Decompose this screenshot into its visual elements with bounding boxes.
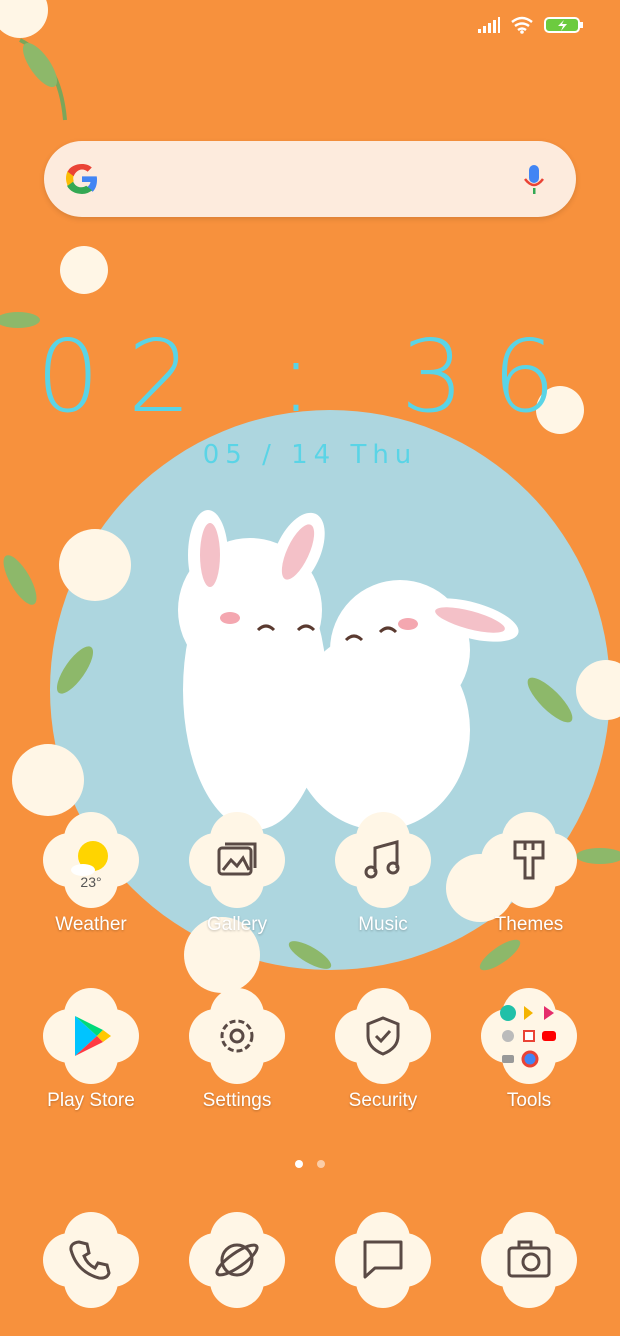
app-label: Security [348, 1090, 418, 1111]
app-label: Play Store [47, 1090, 135, 1111]
themes-icon [481, 812, 577, 908]
gallery-icon [189, 812, 285, 908]
dock-messages[interactable] [310, 1212, 456, 1308]
wifi-icon [511, 16, 533, 34]
phone-icon [43, 1212, 139, 1308]
app-settings[interactable]: Settings [164, 988, 310, 1112]
app-weather[interactable]: 23° Weather [18, 812, 164, 936]
settings-icon [189, 988, 285, 1084]
battery-charging-icon [544, 17, 583, 33]
app-play-store[interactable]: Play Store [18, 988, 164, 1112]
music-icon [335, 812, 431, 908]
app-label: Weather [55, 914, 127, 935]
signal-icon [478, 17, 500, 33]
dock-browser[interactable] [164, 1212, 310, 1308]
page-dot[interactable] [317, 1160, 325, 1168]
weather-temp: 23° [80, 874, 102, 890]
google-logo[interactable] [64, 161, 100, 197]
app-gallery[interactable]: Gallery [164, 812, 310, 936]
app-label: Music [358, 914, 408, 935]
page-indicator [0, 1160, 620, 1168]
mic-icon[interactable] [522, 163, 546, 197]
app-label: Tools [506, 1090, 552, 1111]
camera-icon [481, 1212, 577, 1308]
dock-phone[interactable] [18, 1212, 164, 1308]
app-security[interactable]: Security [310, 988, 456, 1112]
clock-date[interactable]: 05 / 14 Thu [0, 440, 620, 470]
play-store-icon [43, 988, 139, 1084]
browser-icon [189, 1212, 285, 1308]
app-label: Gallery [206, 914, 268, 935]
app-themes[interactable]: Themes [456, 812, 602, 936]
app-label: Themes [494, 914, 564, 935]
tools-folder-icon [481, 988, 577, 1084]
google-search-bar[interactable] [44, 141, 576, 217]
dock-camera[interactable] [456, 1212, 602, 1308]
weather-icon: 23° [43, 812, 139, 908]
status-bar [478, 16, 584, 34]
app-music[interactable]: Music [310, 812, 456, 936]
app-label: Settings [202, 1090, 272, 1111]
clock-time[interactable]: 02 : 36 [0, 318, 620, 435]
page-dot-current[interactable] [295, 1160, 303, 1168]
app-tools-folder[interactable]: Tools [456, 988, 602, 1112]
security-icon [335, 988, 431, 1084]
messages-icon [335, 1212, 431, 1308]
